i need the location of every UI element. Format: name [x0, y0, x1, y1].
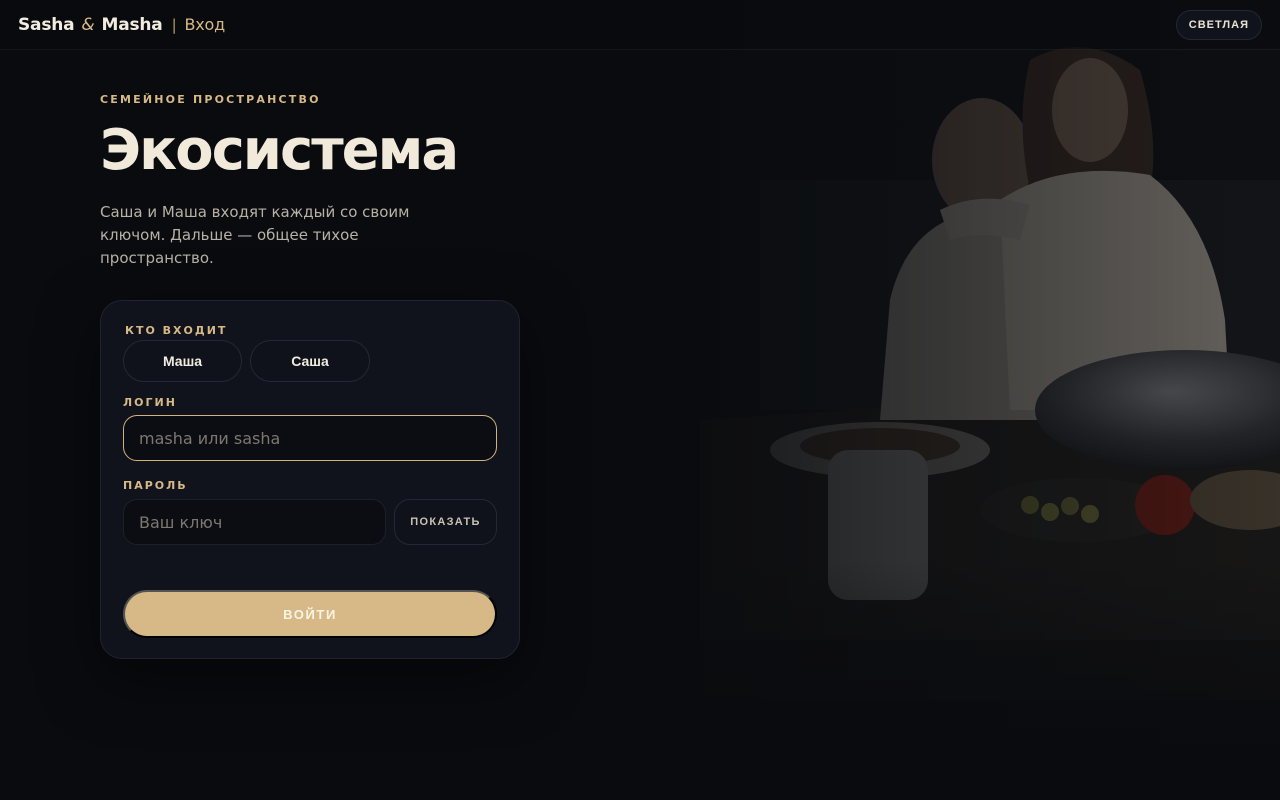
login-label: ЛОГИН — [123, 396, 177, 409]
background-photo — [560, 0, 1280, 800]
password-input[interactable]: Ваш ключ — [123, 499, 386, 545]
who-label: КТО ВХОДИТ — [125, 324, 228, 337]
brand[interactable]: Sasha & Masha | Вход — [18, 15, 225, 35]
submit-button[interactable]: ВОЙТИ — [123, 590, 497, 638]
brand-name-masha: Masha — [101, 14, 163, 35]
password-label: ПАРОЛЬ — [123, 479, 188, 492]
page-crumb: Вход — [184, 15, 225, 34]
login-card: КТО ВХОДИТ Маша Саша ЛОГИН masha или sas… — [100, 300, 520, 659]
eyebrow: СЕМЕЙНОЕ ПРОСТРАНСТВО — [100, 93, 321, 106]
user-sasha-button[interactable]: Саша — [250, 340, 370, 382]
login-input[interactable]: masha или sasha — [123, 415, 497, 461]
show-password-button[interactable]: ПОКАЗАТЬ — [394, 499, 497, 545]
top-bar: Sasha & Masha | Вход СВЕТЛАЯ — [0, 0, 1280, 50]
page-subtitle: Саша и Маша входят каждый со своим ключо… — [100, 202, 410, 267]
hero: СЕМЕЙНОЕ ПРОСТРАНСТВО Экосистема Саша и … — [100, 93, 540, 270]
theme-toggle-button[interactable]: СВЕТЛАЯ — [1175, 9, 1262, 40]
login-page: Sasha & Masha | Вход СВЕТЛАЯ СЕМЕЙНОЕ ПР… — [0, 0, 1280, 800]
page-title: Экосистема — [100, 118, 459, 183]
brand-ampersand: & — [81, 14, 95, 35]
brand-separator: | — [171, 15, 177, 34]
user-masha-button[interactable]: Маша — [123, 340, 242, 382]
brand-name-sasha: Sasha — [18, 14, 75, 35]
